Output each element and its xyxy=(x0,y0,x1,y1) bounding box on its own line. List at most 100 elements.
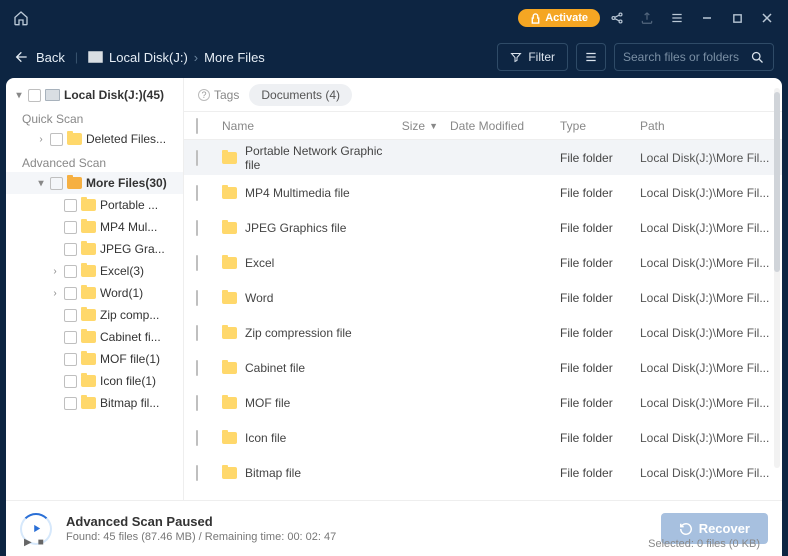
breadcrumb-folder[interactable]: More Files xyxy=(204,50,265,65)
row-checkbox[interactable] xyxy=(196,465,198,481)
filter-button[interactable]: Filter xyxy=(497,43,568,71)
col-type[interactable]: Type xyxy=(560,119,640,133)
row-type: File folder xyxy=(560,256,640,270)
folder-icon xyxy=(81,331,96,343)
row-path: Local Disk(J:)\More Fil... xyxy=(640,291,770,305)
row-name: Portable Network Graphic file xyxy=(245,144,390,172)
tags-label: ?Tags xyxy=(198,88,239,102)
share-icon[interactable] xyxy=(604,5,630,31)
disk-icon xyxy=(45,89,60,101)
sidebar-item[interactable]: ›Word(1) xyxy=(6,282,183,304)
folder-icon xyxy=(222,257,237,269)
scrollbar[interactable] xyxy=(774,88,780,468)
table-row[interactable]: Portable Network Graphic fileFile folder… xyxy=(184,140,782,175)
row-name: Word xyxy=(245,291,273,305)
sidebar-item[interactable]: Cabinet fi... xyxy=(6,326,183,348)
sidebar-item[interactable]: MP4 Mul... xyxy=(6,216,183,238)
breadcrumb: Local Disk(J:) › More Files xyxy=(88,50,265,65)
select-all-checkbox[interactable] xyxy=(196,118,198,134)
folder-icon xyxy=(67,133,82,145)
row-type: File folder xyxy=(560,291,640,305)
folder-icon xyxy=(222,222,237,234)
table-row[interactable]: MOF fileFile folderLocal Disk(J:)\More F… xyxy=(184,385,782,420)
row-name: Cabinet file xyxy=(245,361,305,375)
sidebar-item[interactable]: Portable ... xyxy=(6,194,183,216)
folder-icon xyxy=(81,265,96,277)
row-name: Zip compression file xyxy=(245,326,352,340)
row-name: MOF file xyxy=(245,396,290,410)
menu-icon[interactable] xyxy=(664,5,690,31)
row-checkbox[interactable] xyxy=(196,290,198,306)
sidebar-item[interactable]: JPEG Gra... xyxy=(6,238,183,260)
col-path[interactable]: Path xyxy=(640,119,770,133)
sidebar-more-files[interactable]: ▾More Files(30) xyxy=(6,172,183,194)
table-row[interactable]: ExcelFile folderLocal Disk(J:)\More Fil.… xyxy=(184,245,782,280)
documents-chip[interactable]: Documents (4) xyxy=(249,84,352,106)
table-row[interactable]: JPEG Graphics fileFile folderLocal Disk(… xyxy=(184,210,782,245)
disk-icon xyxy=(88,51,103,63)
search-input[interactable] xyxy=(623,50,744,64)
export-icon[interactable] xyxy=(634,5,660,31)
table-row[interactable]: Zip compression fileFile folderLocal Dis… xyxy=(184,315,782,350)
table-row[interactable]: MP4 Multimedia file File folderLocal Disk… xyxy=(184,175,782,210)
table-row[interactable]: Icon fileFile folderLocal Disk(J:)\More … xyxy=(184,420,782,455)
sidebar-item[interactable]: Zip comp... xyxy=(6,304,183,326)
folder-icon xyxy=(222,432,237,444)
row-checkbox[interactable] xyxy=(196,255,198,271)
activate-button[interactable]: Activate xyxy=(518,9,600,27)
row-type: File folder xyxy=(560,466,640,480)
titlebar: Activate xyxy=(0,0,788,36)
row-checkbox[interactable] xyxy=(196,325,198,341)
selection-label: Selected: 0 files (0 KB) xyxy=(648,538,760,550)
sidebar-item[interactable]: Bitmap fil... xyxy=(6,392,183,414)
table-row[interactable]: Cabinet fileFile folderLocal Disk(J:)\Mo… xyxy=(184,350,782,385)
row-name: MP4 Multimedia file xyxy=(245,186,350,200)
row-checkbox[interactable] xyxy=(196,395,198,411)
row-checkbox[interactable] xyxy=(196,360,198,376)
row-name: Bitmap file xyxy=(245,466,301,480)
folder-icon xyxy=(222,397,237,409)
sidebar-deleted-files[interactable]: ›Deleted Files... xyxy=(6,128,183,150)
sidebar-quickscan-label: Quick Scan xyxy=(6,106,183,128)
row-type: File folder xyxy=(560,221,640,235)
play-small-icon[interactable]: ▶ xyxy=(24,537,32,548)
col-date[interactable]: Date Modified xyxy=(450,119,560,133)
sidebar-item[interactable]: MOF file(1) xyxy=(6,348,183,370)
row-checkbox[interactable] xyxy=(196,150,198,166)
view-list-button[interactable] xyxy=(576,43,606,71)
content-area: ▾Local Disk(J:)(45) Quick Scan ›Deleted … xyxy=(6,78,782,500)
search-box[interactable] xyxy=(614,43,774,71)
sidebar-item[interactable]: Icon file(1) xyxy=(6,370,183,392)
row-path: Local Disk(J:)\More Fil... xyxy=(640,186,770,200)
activate-label: Activate xyxy=(545,12,588,24)
folder-icon xyxy=(81,221,96,233)
footer: Advanced Scan Paused Found: 45 files (87… xyxy=(6,500,782,556)
table-row[interactable]: Word File folderLocal Disk(J:)\More Fil..… xyxy=(184,280,782,315)
row-checkbox[interactable] xyxy=(196,430,198,446)
table-row[interactable]: Bitmap fileFile folderLocal Disk(J:)\Mor… xyxy=(184,455,782,490)
minimize-button[interactable] xyxy=(694,5,720,31)
back-label: Back xyxy=(36,50,65,65)
maximize-button[interactable] xyxy=(724,5,750,31)
back-button[interactable]: Back xyxy=(14,49,65,65)
folder-icon xyxy=(81,199,96,211)
sidebar-root[interactable]: ▾Local Disk(J:)(45) xyxy=(6,84,183,106)
breadcrumb-disk[interactable]: Local Disk(J:) xyxy=(109,50,188,65)
row-path: Local Disk(J:)\More Fil... xyxy=(640,151,770,165)
sidebar: ▾Local Disk(J:)(45) Quick Scan ›Deleted … xyxy=(6,78,184,500)
row-checkbox[interactable] xyxy=(196,220,198,236)
stop-small-icon[interactable]: ■ xyxy=(38,537,44,548)
search-icon[interactable] xyxy=(750,50,765,65)
home-button[interactable] xyxy=(8,5,34,31)
row-type: File folder xyxy=(560,186,640,200)
row-type: File folder xyxy=(560,431,640,445)
tag-bar: ?Tags Documents (4) xyxy=(184,78,782,112)
col-size[interactable]: Size▼ xyxy=(390,119,450,133)
close-button[interactable] xyxy=(754,5,780,31)
row-checkbox[interactable] xyxy=(196,185,198,201)
sidebar-item[interactable]: ›Excel(3) xyxy=(6,260,183,282)
toolbar: Back | Local Disk(J:) › More Files Filte… xyxy=(0,36,788,78)
folder-icon xyxy=(81,397,96,409)
col-name[interactable]: Name xyxy=(222,119,390,133)
row-type: File folder xyxy=(560,361,640,375)
